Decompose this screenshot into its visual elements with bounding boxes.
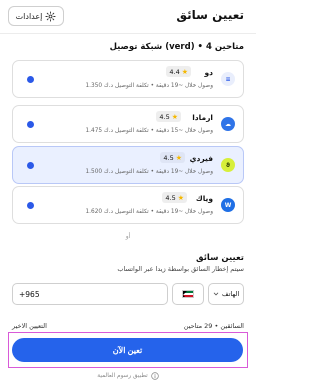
phone-input[interactable] xyxy=(12,283,168,305)
provider-name: ارمادا xyxy=(192,113,213,122)
provider-card-wiyak[interactable]: W وياك 4.5 ★ وصول خلال ~19 دقيقة • تكلفة… xyxy=(12,186,244,224)
verdi-logo-icon: ϑ xyxy=(221,158,235,172)
contact-type-select[interactable]: الهاتف xyxy=(208,283,244,305)
provider-meta: وصول خلال ~19 دقيقة • تكلفة التوصيل د.ك … xyxy=(85,169,213,175)
star-icon: ★ xyxy=(175,153,182,162)
page-title: تعيين سائق xyxy=(176,8,244,22)
provider-name: وياك xyxy=(195,194,213,203)
provider-name: دو xyxy=(204,68,213,77)
provider-meta: وصول خلال ~19 دقيقة • تكلفة التوصيل د.ك … xyxy=(85,209,213,215)
radio-indicator[interactable] xyxy=(27,121,34,128)
fees-link-label: تطبيق رسوم العالمية xyxy=(97,373,148,379)
fees-link[interactable]: تطبيق رسوم العالمية xyxy=(0,372,256,380)
radio-indicator[interactable] xyxy=(27,162,34,169)
wiyak-logo-icon: W xyxy=(221,198,235,212)
contact-type-label: الهاتف xyxy=(221,290,240,298)
rating-value: 4.5 xyxy=(159,112,170,121)
rating-badge: 4.4 ★ xyxy=(166,66,191,77)
rating-value: 4.5 xyxy=(163,153,174,162)
provider-name: فيردي xyxy=(189,154,213,163)
provider-card-verdi[interactable]: ϑ فيردي 4.5 ★ وصول خلال ~19 دقيقة • تكلف… xyxy=(12,146,244,184)
rating-badge: 4.5 ★ xyxy=(156,111,181,122)
radio-indicator[interactable] xyxy=(27,202,34,209)
star-icon: ★ xyxy=(177,193,184,202)
assign-driver-title: تعيين سائق xyxy=(196,253,244,263)
or-divider: أو xyxy=(125,233,131,240)
armada-logo-icon: ☁ xyxy=(221,117,235,131)
star-icon: ★ xyxy=(181,67,188,76)
assign-now-button[interactable]: تعين الآن xyxy=(12,338,243,362)
assign-button-highlight: تعين الآن xyxy=(8,332,248,368)
country-select[interactable] xyxy=(172,283,204,305)
provider-meta: وصول خلال ~15 دقيقة • تكلفة التوصيل د.ك … xyxy=(85,128,213,134)
last-assignment-link[interactable]: التعيين الاخير xyxy=(12,322,47,330)
settings-button[interactable]: إعدادات xyxy=(8,6,64,26)
star-icon: ★ xyxy=(171,112,178,121)
provider-card-do[interactable]: ≡ دو 4.4 ★ وصول خلال ~19 دقيقة • تكلفة ا… xyxy=(12,60,244,98)
kuwait-flag-icon xyxy=(182,290,194,298)
rating-value: 4.5 xyxy=(165,193,176,202)
rating-badge: 4.5 ★ xyxy=(162,192,187,203)
drivers-count: السائقين • 29 متاحين xyxy=(183,322,244,330)
do-logo-icon: ≡ xyxy=(221,72,235,86)
gear-icon xyxy=(45,10,56,22)
provider-card-armada[interactable]: ☁ ارمادا 4.5 ★ وصول خلال ~15 دقيقة • تكل… xyxy=(12,105,244,143)
rating-badge: 4.5 ★ xyxy=(160,152,185,163)
header: تعيين سائق إعدادات xyxy=(0,0,256,34)
radio-indicator[interactable] xyxy=(27,76,34,83)
chevron-down-icon xyxy=(213,292,219,296)
network-section-title: شبكة توصيل (verd) • 4 متاحين xyxy=(109,42,244,52)
provider-meta: وصول خلال ~19 دقيقة • تكلفة التوصيل د.ك … xyxy=(85,83,213,89)
rating-value: 4.4 xyxy=(169,67,180,76)
assign-driver-subtitle: سيتم إخطار السائق بواسطة زيدا عبر الواتس… xyxy=(117,265,244,273)
settings-label: إعدادات xyxy=(15,11,43,21)
info-icon xyxy=(151,372,159,380)
